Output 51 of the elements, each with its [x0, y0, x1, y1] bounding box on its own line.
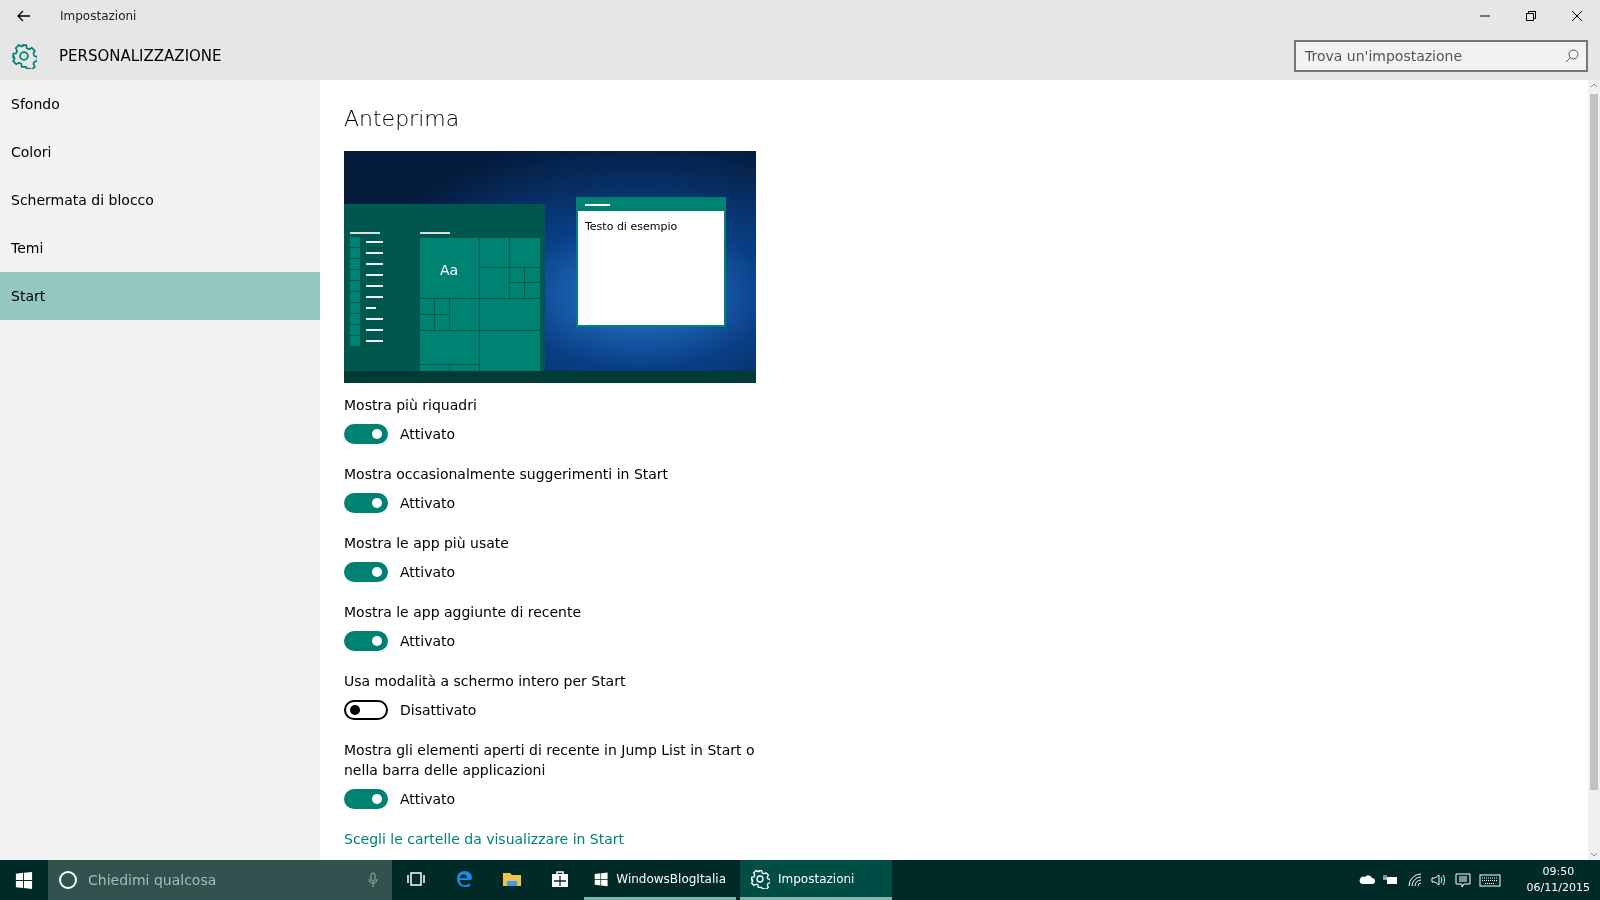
back-arrow-icon — [17, 10, 31, 22]
notification-icon[interactable] — [1454, 872, 1471, 888]
toggle-switch[interactable] — [344, 562, 388, 582]
sidebar-item[interactable]: Sfondo — [0, 80, 320, 128]
wifi-icon[interactable] — [1406, 872, 1423, 888]
toggle-state: Attivato — [400, 633, 456, 649]
toggle-state: Attivato — [400, 791, 456, 807]
tile-text: Aa — [439, 262, 459, 278]
keyboard-icon[interactable] — [1478, 872, 1501, 888]
sample-text: Testo di esempio — [585, 220, 678, 233]
clock-time: 09:50 — [1542, 864, 1575, 880]
sidebar-item[interactable]: Colori — [0, 128, 320, 176]
toggle-switch[interactable] — [344, 700, 388, 720]
browser-e-icon — [454, 868, 474, 889]
setting-label: Mostra gli elementi aperti di recente in Jump List in Start o nella barra delle applicazioni — [344, 741, 756, 780]
toggle-state: Attivato — [400, 426, 456, 442]
microphone-icon — [368, 872, 378, 888]
windows-logo-icon — [15, 871, 33, 889]
sidebar-item[interactable]: Start — [0, 272, 320, 320]
taskbar-app-button[interactable]: Impostazioni — [740, 860, 892, 900]
toggle-switch[interactable] — [344, 424, 388, 444]
window-title: Impostazioni — [60, 9, 137, 23]
gear-icon — [750, 868, 770, 889]
setting-label: Mostra occasionalmente suggerimenti in Start — [344, 465, 670, 484]
close-icon — [1572, 11, 1582, 21]
restore-icon — [1526, 11, 1536, 21]
sidebar-item[interactable]: Temi — [0, 224, 320, 272]
page-title: PERSONALIZZAZIONE — [59, 47, 222, 65]
toggle-switch[interactable] — [344, 789, 388, 809]
search-icon — [1565, 49, 1579, 63]
setting-label: Mostra le app aggiunte di recente — [344, 603, 583, 622]
toggle-switch[interactable] — [344, 631, 388, 651]
clock-date: 06/11/2015 — [1526, 880, 1590, 896]
toggle-state: Attivato — [400, 495, 456, 511]
section-title: Anteprima — [344, 106, 461, 131]
settings-icon — [11, 43, 37, 69]
setting-label: Mostra più riquadri — [344, 396, 478, 415]
speaker-icon[interactable] — [1430, 872, 1447, 888]
scrollbar-thumb[interactable] — [1590, 94, 1598, 790]
taskbar-app-button[interactable]: WindowsBlogItalia — [584, 860, 736, 900]
circle-icon — [58, 870, 78, 890]
toggle-state: Disattivato — [400, 702, 477, 718]
toggle-state: Attivato — [400, 564, 456, 580]
taskbar-search-field[interactable]: Chiedimi qualcosa — [48, 860, 392, 900]
sidebar-item[interactable]: Schermata di blocco — [0, 176, 320, 224]
search-field[interactable]: Trova un'impostazione — [1294, 40, 1588, 72]
folders-link[interactable]: Scegli le cartelle da visualizzare in Start — [344, 831, 625, 847]
setting-label: Usa modalità a schermo intero per Start — [344, 672, 627, 691]
toggle-switch[interactable] — [344, 493, 388, 513]
shopping-bag-icon — [550, 868, 570, 889]
setting-label: Mostra le app più usate — [344, 534, 510, 553]
